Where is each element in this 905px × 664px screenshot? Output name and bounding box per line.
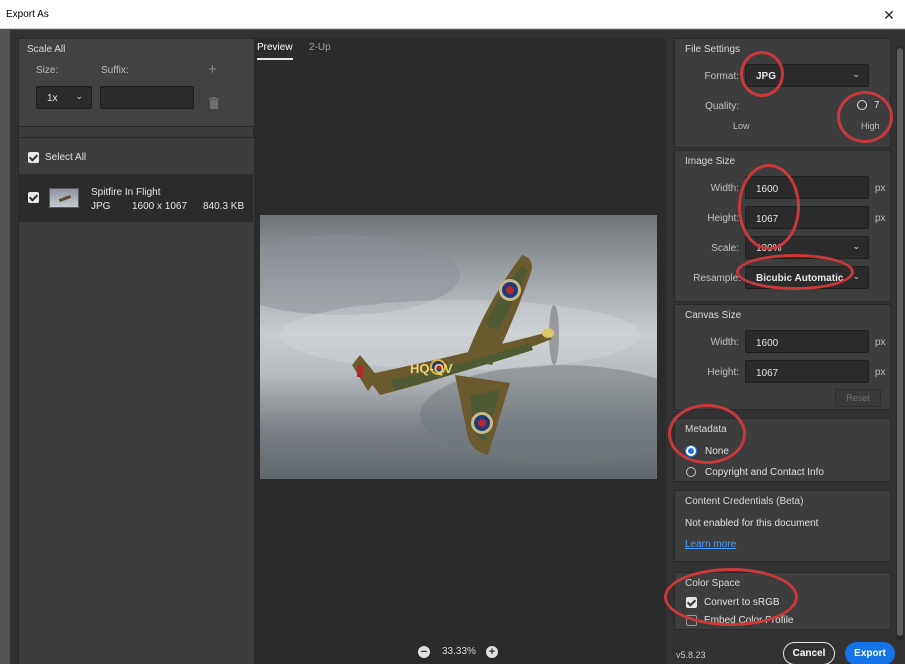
- format-label: Format:: [704, 71, 739, 82]
- resample-label: Resample:: [693, 273, 741, 284]
- window-titlebar: Export As ✕: [0, 0, 905, 29]
- quality-low-label: Low: [733, 121, 750, 131]
- export-button[interactable]: Export: [845, 642, 895, 664]
- asset-format: JPG: [91, 201, 111, 212]
- image-height-value: 1067: [756, 214, 779, 225]
- image-height-input[interactable]: 1067: [745, 206, 869, 229]
- quality-label: Quality:: [705, 101, 739, 112]
- format-dropdown-value: JPG: [756, 71, 777, 82]
- settings-panel: File Settings Format: JPG ⌄ Quality: 7 L…: [670, 38, 905, 664]
- color-space-section: Color Space Convert to sRGB Embed Color …: [674, 572, 891, 630]
- quality-high-label: High: [861, 121, 880, 131]
- image-size-section: Image Size Width: 1600 px Height: 1067 p…: [674, 150, 891, 302]
- preview-image: HQ-QV: [260, 215, 657, 479]
- image-width-value: 1600: [756, 184, 779, 195]
- size-label: Size:: [36, 65, 59, 76]
- asset-row[interactable]: Spitfire In Flight JPG 1600 x 1067 840.3…: [19, 174, 253, 222]
- image-width-unit: px: [875, 183, 886, 194]
- asset-size: 840.3 KB: [203, 201, 245, 212]
- chevron-down-icon: ⌄: [852, 69, 860, 79]
- metadata-none-radio[interactable]: [686, 446, 696, 456]
- learn-more-link[interactable]: Learn more: [685, 539, 736, 550]
- resample-dropdown-value: Bicubic Automatic: [756, 273, 844, 284]
- content-credentials-status: Not enabled for this document: [685, 518, 819, 529]
- add-scale-icon[interactable]: +: [208, 61, 217, 78]
- canvas-height-input[interactable]: 1067: [745, 360, 869, 383]
- embed-profile-checkbox[interactable]: [686, 615, 697, 626]
- canvas-size-title: Canvas Size: [685, 310, 742, 321]
- canvas-height-unit: px: [875, 367, 886, 378]
- format-dropdown[interactable]: JPG ⌄: [745, 64, 869, 87]
- canvas-size-section: Canvas Size Width: 1600 px Height: 1067 …: [674, 304, 891, 410]
- export-dialog: Scale All Size: Suffix: + 1x ⌄ Select Al…: [10, 30, 905, 664]
- version-text: v5.8.23: [676, 650, 706, 660]
- reset-button[interactable]: Reset: [835, 389, 881, 407]
- settings-scrollbar[interactable]: [896, 46, 904, 640]
- asset-checkbox[interactable]: [28, 192, 39, 203]
- scale-dropdown-value: 100%: [756, 243, 782, 254]
- tab-preview[interactable]: Preview: [257, 42, 293, 60]
- zoom-level: 33.33%: [442, 646, 476, 657]
- asset-dimensions: 1600 x 1067: [132, 201, 188, 212]
- canvas-height-value: 1067: [756, 368, 779, 379]
- aircraft-code: HQ-QV: [410, 361, 453, 376]
- tab-2-up[interactable]: 2-Up: [309, 42, 331, 53]
- file-settings-title: File Settings: [685, 44, 741, 55]
- scale-all-title: Scale All: [27, 44, 66, 55]
- asset-list: Select All Spitfire In Flight JPG 1600 x…: [19, 137, 255, 664]
- file-settings-section: File Settings Format: JPG ⌄ Quality: 7 L…: [674, 38, 891, 148]
- quality-slider-handle[interactable]: [857, 100, 867, 110]
- select-all-label: Select All: [45, 152, 87, 163]
- scale-label: Scale:: [711, 243, 739, 254]
- canvas-width-value: 1600: [756, 338, 779, 349]
- suffix-label: Suffix:: [101, 65, 129, 76]
- content-credentials-section: Content Credentials (Beta) Not enabled f…: [674, 490, 891, 562]
- chevron-down-icon: ⌄: [75, 91, 83, 101]
- close-icon[interactable]: ✕: [879, 5, 899, 25]
- canvas-height-label: Height:: [707, 367, 739, 378]
- asset-thumbnail: [49, 188, 79, 208]
- convert-srgb-label: Convert to sRGB: [704, 597, 780, 608]
- canvas-width-unit: px: [875, 337, 886, 348]
- quality-value: 7: [874, 100, 880, 111]
- scale-all-group: Scale All Size: Suffix: + 1x ⌄: [19, 39, 255, 127]
- scrollbar-thumb[interactable]: [897, 48, 903, 636]
- trash-icon[interactable]: [209, 97, 219, 109]
- metadata-none-label: None: [705, 446, 729, 457]
- image-height-label: Height:: [707, 213, 739, 224]
- zoom-out-icon[interactable]: −: [418, 646, 430, 658]
- content-credentials-title: Content Credentials (Beta): [685, 496, 804, 507]
- chevron-down-icon: ⌄: [852, 241, 860, 251]
- resample-dropdown[interactable]: Bicubic Automatic ⌄: [745, 266, 869, 289]
- image-size-title: Image Size: [685, 156, 736, 167]
- image-width-label: Width:: [710, 183, 739, 194]
- size-dropdown-value: 1x: [47, 93, 58, 104]
- color-space-title: Color Space: [685, 578, 741, 589]
- zoom-in-icon[interactable]: +: [486, 646, 498, 658]
- chevron-down-icon: ⌄: [852, 271, 860, 281]
- spitfire-illustration: HQ-QV: [260, 235, 657, 465]
- asset-name: Spitfire In Flight: [91, 187, 161, 198]
- size-dropdown[interactable]: 1x ⌄: [36, 86, 92, 109]
- image-height-unit: px: [875, 213, 886, 224]
- canvas-width-input[interactable]: 1600: [745, 330, 869, 353]
- cancel-button[interactable]: Cancel: [783, 642, 835, 664]
- select-all-checkbox[interactable]: [28, 152, 39, 163]
- embed-profile-label: Embed Color Profile: [704, 615, 794, 626]
- scale-dropdown[interactable]: 100% ⌄: [745, 236, 869, 259]
- canvas-width-label: Width:: [710, 337, 739, 348]
- preview-panel: Preview 2-Up HQ-QV − 33.33% +: [254, 38, 666, 664]
- image-width-input[interactable]: 1600: [745, 176, 869, 199]
- suffix-input[interactable]: [100, 86, 194, 109]
- metadata-copyright-radio[interactable]: [686, 467, 696, 477]
- window-title: Export As: [6, 9, 49, 20]
- metadata-copyright-label: Copyright and Contact Info: [705, 467, 824, 478]
- metadata-section: Metadata None Copyright and Contact Info: [674, 418, 891, 482]
- convert-srgb-checkbox[interactable]: [686, 597, 697, 608]
- metadata-title: Metadata: [685, 424, 727, 435]
- left-panel: Scale All Size: Suffix: + 1x ⌄ Select Al…: [18, 38, 255, 664]
- zoom-controls: − 33.33% +: [254, 644, 666, 664]
